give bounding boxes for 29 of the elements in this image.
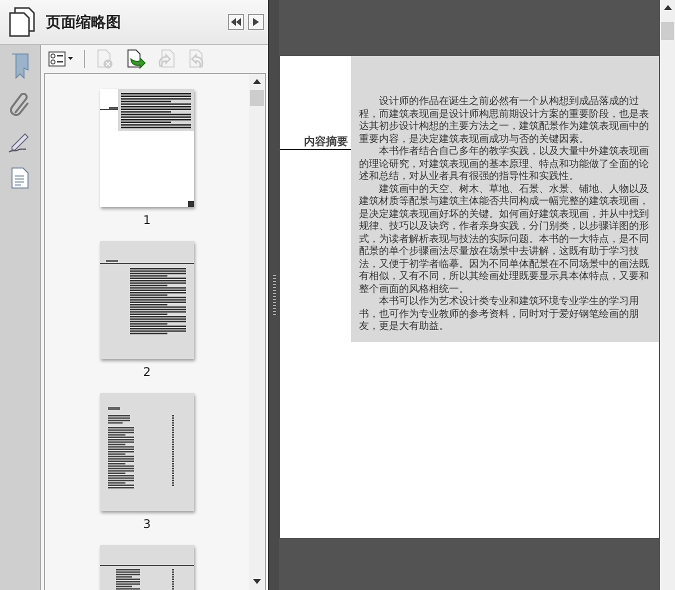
scrollbar-thumb[interactable] xyxy=(250,90,264,106)
page-number: 1 xyxy=(143,213,151,227)
paragraph: 建筑画中的天空、树木、草地、石景、水景、铺地、人物以及建筑材质等配景与建筑主体能否共同构成一幅完整的建筑表现画，是决定建筑表现画好坏的关键。如何画好建筑表现画，并从中找到规律、技巧以及诀窍，作者亲身实践，分门别类，以步骤详图的形式，为读者解析表现与技法的实际问题。本书的一大特点，是不同配景的单个步骤画法尽量放在场景中去讲解，这既有助于学习技法，又便于初学者临摹。因为不同单体配景在不同场景中的画法既有相似，又有不同，所以其绘画处理既要显示具本体特点，又要和整个画面的风格相统一。 xyxy=(359,184,650,296)
page-thumbnail[interactable] xyxy=(100,89,194,207)
panel-title: 页面缩略图 xyxy=(46,12,122,32)
page-thumbnails-icon xyxy=(8,7,36,37)
page-thumbnail[interactable] xyxy=(100,241,194,359)
paragraph: 本书可以作为艺术设计类专业和建筑环境专业学生的学习用书，也可作为专业教师的参考资料，同时对于爱好钢笔绘画的朋友，更是大有助益。 xyxy=(359,296,640,334)
scrollbar-thumb[interactable] xyxy=(661,22,674,40)
double-left-arrow-icon xyxy=(231,18,241,26)
paperclip-icon[interactable] xyxy=(9,93,31,117)
expand-panel-button[interactable] xyxy=(248,14,264,30)
up-arrow-icon xyxy=(253,79,261,84)
page-insert-button[interactable] xyxy=(125,49,147,69)
down-arrow-icon xyxy=(253,579,261,584)
splitter-grip[interactable] xyxy=(272,275,276,315)
page-icon[interactable] xyxy=(11,167,29,189)
right-arrow-icon xyxy=(253,18,259,26)
page-thumbnail[interactable] xyxy=(100,393,194,511)
page-thumbnail[interactable] xyxy=(100,545,194,590)
page-number: 3 xyxy=(143,517,151,531)
section-heading: 内容摘要 xyxy=(304,134,349,149)
collapse-panel-button[interactable] xyxy=(228,14,244,30)
paragraph: 设计师的作品在诞生之前必然有一个从构想到成品落成的过程，而建筑表现画是设计师构思前期设计方案的重要阶段，也是表达其初步设计构想的主要方法之一，建筑配景作为建筑表现画中的重要内容，是决定建筑表现画成功与否的关键因素。 xyxy=(359,96,650,146)
view-area-marker[interactable] xyxy=(188,201,194,207)
paragraph: 本书作者结合自己多年的教学实践，以及大量中外建筑表现画的理论研究，对建筑表现画的基本原理、特点和功能做了全面的论述和总结，对从业者具有很强的指导性和实践性。 xyxy=(359,146,650,184)
page-number: 2 xyxy=(143,365,151,379)
up-arrow-icon xyxy=(664,5,672,10)
options-list-button[interactable] xyxy=(48,51,74,67)
